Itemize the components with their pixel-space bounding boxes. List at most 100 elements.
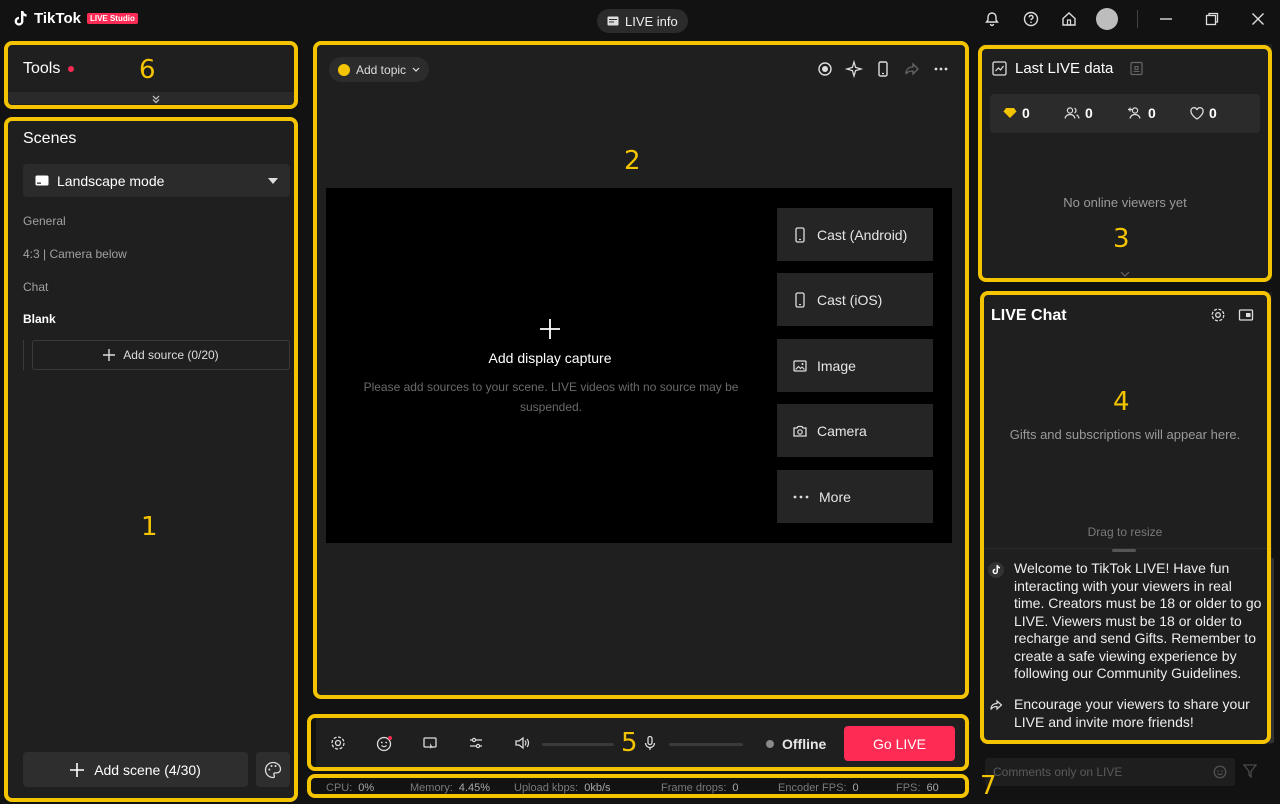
chat-settings-icon[interactable] [1210,307,1226,323]
mic-volume-slider[interactable] [669,743,743,746]
stat-memory: Memory: 4.45% [410,782,490,794]
live-info-label: LIVE info [625,13,678,29]
tiktok-icon [14,10,27,26]
comment-field[interactable] [985,758,1235,786]
image-icon [793,359,807,372]
go-live-button[interactable]: Go LIVE [844,726,955,761]
chat-scrollbar[interactable] [1269,558,1274,743]
sparkle-icon[interactable] [844,59,864,79]
cast-ios-button[interactable]: Cast (iOS) [777,273,933,326]
live-chat-title: LIVE Chat [991,307,1067,324]
empty-scene-hint: Please add sources to your scene. LIVE v… [363,380,739,414]
scenes-title: Scenes [23,130,77,147]
add-topic-button[interactable]: Add topic [329,57,430,82]
add-source-button[interactable]: Add source (0/20) [32,340,290,370]
chat-message: Encourage your viewers to share your LIV… [1014,696,1250,730]
scene-item-blank[interactable]: Blank [23,312,56,326]
users-icon [1064,107,1080,119]
gifts-placeholder: Gifts and subscriptions will appear here… [1009,427,1241,442]
resize-handle[interactable] [1112,549,1136,552]
annotation-2: 2 [624,146,641,176]
send-icon[interactable] [1243,764,1257,778]
preview-toolbar [815,59,951,79]
record-icon[interactable] [815,59,835,79]
live-info-button[interactable]: LIVE info [597,9,688,33]
bell-icon[interactable] [982,9,1002,29]
stat-encoder-fps: Encoder FPS: 0 [778,782,859,794]
layout-icon[interactable] [422,735,438,751]
annotation-6: 6 [139,55,156,85]
tools-header[interactable]: Tools [23,60,75,78]
annotation-5: 5 [621,728,638,758]
share-icon[interactable] [902,59,922,79]
heart-icon [1190,106,1204,120]
stat-likes: 0 [1190,105,1217,121]
home-icon[interactable] [1059,9,1079,29]
effects-icon[interactable] [376,735,394,753]
user-avatar[interactable] [1096,8,1118,30]
phone-icon[interactable] [873,59,893,79]
camera-button[interactable]: Camera [777,404,933,457]
stat-frame-drops: Frame drops: 0 [661,782,739,794]
scene-item-general[interactable]: General [23,214,66,228]
restore-icon[interactable] [1202,9,1222,29]
annotation-1: 1 [141,512,158,542]
annotation-7: 7 [980,771,997,801]
scene-mode-label: Landscape mode [57,172,165,189]
more-sources-button[interactable]: More [777,470,933,523]
chevron-down-icon [412,67,420,72]
status-label: Offline [782,736,827,752]
popout-icon[interactable] [1238,307,1254,323]
scene-item-camera-below[interactable]: 4:3 | Camera below [23,247,127,261]
last-live-title: Last LIVE data [1015,60,1114,77]
tree-line [23,340,24,370]
more-icon[interactable] [931,59,951,79]
stat-upload: Upload kbps: 0kb/s [514,782,611,794]
minimize-icon[interactable] [1156,9,1176,29]
image-button[interactable]: Image [777,339,933,392]
comment-input[interactable] [993,765,1213,779]
stat-diamonds: 0 [1003,105,1030,121]
report-icon[interactable] [1129,61,1144,76]
annotation-4: 4 [1113,387,1130,417]
camera-label: Camera [817,422,867,439]
adjust-icon[interactable] [468,735,484,751]
tools-title: Tools [23,60,61,77]
microphone-icon[interactable] [642,735,658,751]
scene-mode-select[interactable]: Landscape mode [23,164,290,197]
cast-android-label: Cast (Android) [817,226,908,243]
emoji-icon[interactable] [1213,765,1227,779]
annotation-3: 3 [1113,224,1130,254]
speaker-volume-slider[interactable] [542,743,614,746]
diamond-icon [1003,108,1017,118]
chevron-down-icon[interactable] [1120,271,1130,277]
scene-item-chat[interactable]: Chat [23,280,48,294]
theme-button[interactable] [256,752,290,787]
live-status: Offline [766,736,826,752]
help-icon[interactable] [1021,9,1041,29]
plus-icon [540,319,560,339]
more-sources-label: More [819,488,851,505]
last-live-stats [990,94,1260,133]
close-icon[interactable] [1248,9,1268,29]
stat-cpu: CPU: 0% [326,782,375,794]
speaker-icon[interactable] [514,735,530,751]
add-source-label: Add source (0/20) [123,348,219,362]
tiktok-icon [988,562,1004,578]
add-display-capture[interactable]: Add display capture [470,318,630,366]
cast-android-button[interactable]: Cast (Android) [777,208,933,261]
title-divider [1137,10,1138,28]
add-display-label: Add display capture [488,350,612,366]
chat-divider [982,548,1272,549]
share-icon [988,697,1004,713]
last-live-header: Last LIVE data [992,60,1144,77]
chart-icon [992,61,1007,76]
chevron-double-down-icon[interactable] [151,94,161,104]
add-scene-button[interactable]: Add scene (4/30) [23,752,248,787]
stat-followers: 0 [1127,105,1156,121]
chat-message: Welcome to TikTok LIVE! Have fun interac… [1014,560,1262,681]
camera-icon [793,425,807,437]
settings-icon[interactable] [330,735,346,751]
app-logo: TikTok LIVE Studio [14,10,138,27]
drag-to-resize-text: Drag to resize [1087,525,1163,539]
